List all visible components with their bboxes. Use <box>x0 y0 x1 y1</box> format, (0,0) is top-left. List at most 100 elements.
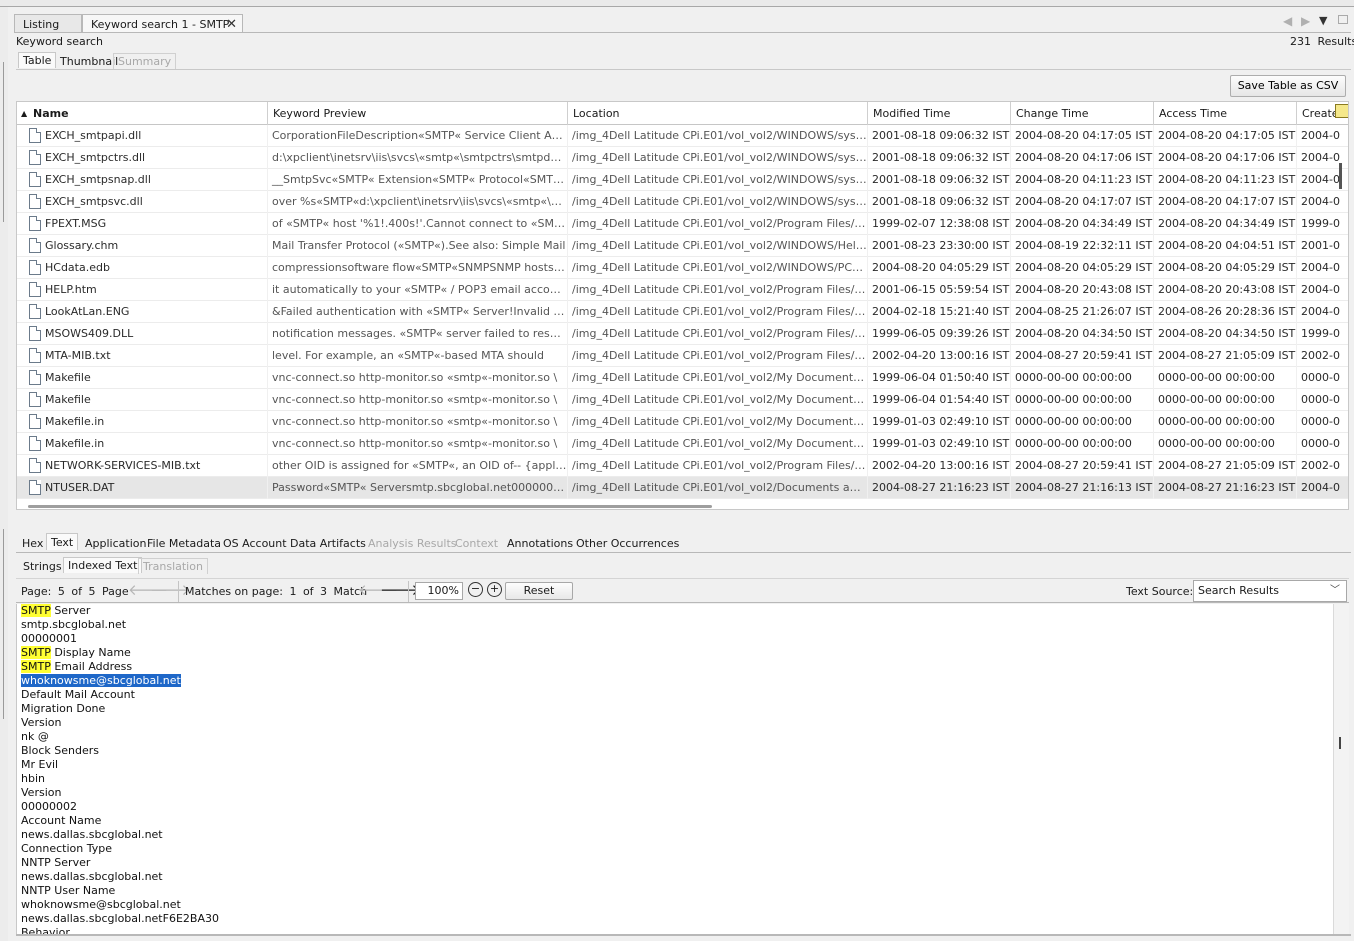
table-row[interactable]: MTA-MIB.txt level. For example, an «SMTP«… <box>17 345 1348 367</box>
table-row[interactable]: MSOWS409.DLL notification messages. «SMTP… <box>17 323 1348 345</box>
table-cell-modified: 1999-06-04 01:54:40 IST <box>868 389 1011 411</box>
table-row[interactable]: Makefile.in vnc-connect.so http-monitor.s… <box>17 411 1348 433</box>
cell-name: HCdata.edb <box>45 261 110 274</box>
text-source-value: Search Results <box>1198 584 1280 597</box>
previous-match-icon[interactable]: 🡐 <box>358 582 398 600</box>
file-icon <box>29 304 41 319</box>
table-cell-create: 0000-0 <box>1297 389 1348 411</box>
cell-modified: 1999-06-05 09:39:26 IST <box>872 327 1010 340</box>
tab-list-dropdown-icon[interactable]: ▼ <box>1319 14 1327 27</box>
text-line: Version <box>21 786 61 800</box>
tab-other-occurrences[interactable]: Other Occurrences <box>572 535 683 552</box>
column-header-location[interactable]: Location <box>568 102 868 125</box>
table-row[interactable]: NETWORK-SERVICES-MIB.txt other OID is ass… <box>17 455 1348 477</box>
sort-ascending-icon: ▲ <box>21 109 28 118</box>
column-chooser-icon[interactable] <box>1335 104 1348 118</box>
column-header-change-time[interactable]: Change Time <box>1011 102 1154 125</box>
zoom-field[interactable]: 100% <box>415 582 463 600</box>
table-cell-create: 2002-0 <box>1297 455 1348 477</box>
file-icon <box>29 370 41 385</box>
tab-table[interactable]: Table <box>18 52 57 68</box>
tab-strings[interactable]: Strings <box>19 559 66 574</box>
table-row[interactable]: HCdata.edb compressionsoftware flow«SMTP«… <box>17 257 1348 279</box>
previous-page-icon[interactable]: 🡐 <box>128 582 168 600</box>
table-cell-modified: 2004-08-27 21:16:23 IST <box>868 477 1011 499</box>
cell-name: EXCH_smtpctrs.dll <box>45 151 146 164</box>
table-horizontal-scrollbar[interactable] <box>28 505 712 508</box>
column-header-name-label: Name <box>33 107 69 120</box>
tab-hex[interactable]: Hex <box>18 535 47 552</box>
table-cell-location: /img_4Dell Latitude CPi.E01/vol_vol2/Pro… <box>568 301 868 323</box>
close-icon[interactable]: ✕ <box>226 17 237 32</box>
next-match-icon[interactable]: 🡒 <box>380 582 420 600</box>
tab-application[interactable]: Application <box>81 535 150 552</box>
tab-os-account[interactable]: OS Account <box>219 535 291 552</box>
cell-modified: 2002-04-20 13:00:16 IST <box>872 349 1010 362</box>
table-row[interactable]: LookAtLan.ENG &Failed authentication with… <box>17 301 1348 323</box>
file-icon <box>29 326 41 341</box>
table-row[interactable]: Makefile.in vnc-connect.so http-monitor.s… <box>17 433 1348 455</box>
reset-zoom-button[interactable]: Reset <box>505 582 573 600</box>
table-cell-change: 2004-08-20 04:05:29 IST <box>1011 257 1154 279</box>
table-cell-change: 2004-08-27 20:59:41 IST <box>1011 345 1154 367</box>
table-cell-name: Glossary.chm <box>17 235 268 257</box>
results-table: ▲ Name Keyword Preview Location Modified… <box>16 101 1349 510</box>
text-viewer-toolbar: Page: 5 of 5 Page 🡐 🡒 Matches on page: 1… <box>16 578 1349 603</box>
table-row[interactable]: EXCH_smtpsvc.dll over %s«SMTP«d:\xpclient… <box>17 191 1348 213</box>
table-row[interactable]: HELP.htm it automatically to your «SMTP« … <box>17 279 1348 301</box>
cell-access: 2004-08-20 20:43:08 IST <box>1158 283 1296 296</box>
table-vertical-scrollbar[interactable] <box>1339 163 1342 189</box>
table-row[interactable]: EXCH_smtpapi.dll CorporationFileDescripti… <box>17 125 1348 147</box>
tab-keyword-search-label: Keyword search 1 - SMTP <box>91 18 230 31</box>
tab-text[interactable]: Text <box>46 533 79 550</box>
cell-preview: it automatically to your «SMTP« / POP3 e… <box>272 283 568 296</box>
tab-keyword-search[interactable]: Keyword search 1 - SMTP ✕ <box>82 14 243 33</box>
table-cell-preview: level. For example, an «SMTP«-based MTA … <box>268 345 568 367</box>
maximize-icon[interactable] <box>1338 15 1348 24</box>
text-line: Behavior <box>21 926 70 934</box>
save-table-csv-button[interactable]: Save Table as CSV <box>1230 75 1346 97</box>
table-cell-modified: 1999-01-03 02:49:10 IST <box>868 411 1011 433</box>
tab-scroll-right-icon[interactable]: ▶ <box>1301 14 1310 28</box>
table-cell-create: 2004-0 <box>1297 125 1348 147</box>
cell-modified: 2002-04-20 13:00:16 IST <box>872 459 1010 472</box>
next-page-icon[interactable]: 🡒 <box>150 582 190 600</box>
cell-preview: level. For example, an «SMTP«-based MTA … <box>272 349 544 362</box>
table-row[interactable]: FPEXT.MSG of «SMTP« host '%1!.400s!'.Cann… <box>17 213 1348 235</box>
zoom-out-icon[interactable]: − <box>468 582 483 597</box>
column-header-modified-time[interactable]: Modified Time <box>868 102 1011 125</box>
tab-data-artifacts[interactable]: Data Artifacts <box>286 535 370 552</box>
zoom-in-icon[interactable]: + <box>487 582 502 597</box>
table-cell-preview: __SmtpSvc«SMTP« Extension«SMTP« Protocol… <box>268 169 568 191</box>
tab-file-metadata[interactable]: File Metadata <box>143 535 225 552</box>
text-segment: Email Address <box>50 660 133 673</box>
tab-listing[interactable]: Listing <box>14 14 82 33</box>
tab-scroll-left-icon[interactable]: ◀ <box>1283 14 1292 28</box>
text-segment: Default Mail Account <box>21 688 135 701</box>
keyword-highlight: SMTP <box>21 660 51 673</box>
text-vertical-scrollbar[interactable] <box>1333 604 1349 934</box>
table-cell-access: 0000-00-00 00:00:00 <box>1154 433 1297 455</box>
table-row[interactable]: Glossary.chm Mail Transfer Protocol («SMT… <box>17 235 1348 257</box>
table-row[interactable]: EXCH_smtpsnap.dll __SmtpSvc«SMTP« Extensi… <box>17 169 1348 191</box>
file-icon <box>29 216 41 231</box>
text-source-select[interactable]: Search Results ﹀ <box>1193 580 1347 602</box>
text-line: SMTP Server <box>21 604 90 618</box>
indexed-text-content[interactable]: SMTP Server smtp.sbcglobal.net 00000001 SMT… <box>16 604 1333 934</box>
column-header-name[interactable]: ▲ Name <box>17 102 268 125</box>
cell-create: 1999-0 <box>1301 327 1340 340</box>
table-row[interactable]: EXCH_smtpctrs.dll d:\xpclient\inetsrv\iis… <box>17 147 1348 169</box>
text-line: NNTP Server <box>21 856 90 870</box>
column-header-keyword-preview[interactable]: Keyword Preview <box>268 102 568 125</box>
tab-indexed-text[interactable]: Indexed Text <box>63 557 143 573</box>
table-cell-location: /img_4Dell Latitude CPi.E01/vol_vol2/WIN… <box>568 125 868 147</box>
table-row[interactable]: NTUSER.DAT Password«SMTP« Serversmtp.sbcg… <box>17 477 1348 499</box>
column-header-access-time[interactable]: Access Time <box>1154 102 1297 125</box>
cell-location: /img_4Dell Latitude CPi.E01/vol_vol2/WIN… <box>572 261 868 274</box>
file-icon <box>29 392 41 407</box>
table-cell-location: /img_4Dell Latitude CPi.E01/vol_vol2/My … <box>568 433 868 455</box>
tab-annotations[interactable]: Annotations <box>503 535 577 552</box>
table-row[interactable]: Makefile vnc-connect.so http-monitor.so «… <box>17 389 1348 411</box>
table-row[interactable]: Makefile vnc-connect.so http-monitor.so «… <box>17 367 1348 389</box>
cell-change: 2004-08-20 20:43:08 IST <box>1015 283 1153 296</box>
